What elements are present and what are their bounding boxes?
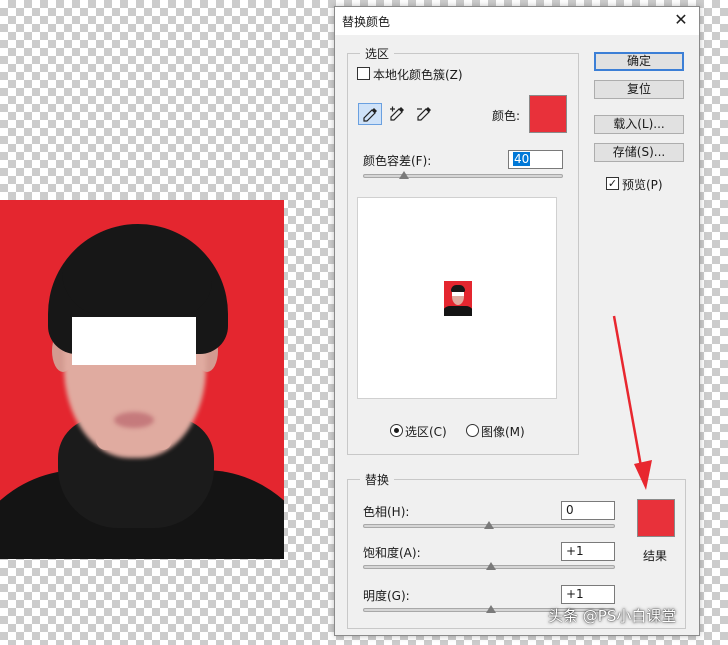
red-annotation-arrow (612, 315, 652, 490)
preview-label[interactable]: 预览(P) (622, 176, 663, 193)
eyedropper-plus-tool[interactable] (385, 103, 409, 125)
reset-button[interactable]: 复位 (594, 80, 684, 99)
eyedropper-tool[interactable] (358, 103, 382, 125)
selection-legend: 选区 (360, 45, 395, 62)
fuzziness-input[interactable]: 40 (508, 150, 563, 169)
result-label: 结果 (643, 549, 668, 563)
thumb-body (444, 306, 472, 316)
eyedropper-minus-tool[interactable] (412, 103, 436, 125)
hair-fringe (62, 272, 212, 316)
lightness-slider-thumb[interactable] (486, 605, 496, 613)
thumb-hair (451, 285, 465, 292)
hue-label: 色相(H): (363, 505, 410, 519)
fuzziness-slider-thumb[interactable] (399, 171, 409, 179)
close-icon[interactable]: ✕ (669, 9, 693, 33)
save-button[interactable]: 存储(S)... (594, 143, 684, 162)
view-selection-label[interactable]: 选区(C) (405, 423, 447, 440)
localized-clusters-label[interactable]: 本地化颜色簇(Z) (373, 66, 463, 83)
eyedropper-plus-icon (390, 106, 404, 121)
preview-checkbox[interactable]: ✓ (606, 177, 619, 190)
fuzziness-value: 40 (513, 152, 531, 166)
hue-slider-thumb[interactable] (484, 521, 494, 529)
view-image-label[interactable]: 图像(M) (481, 423, 525, 440)
saturation-input[interactable]: +1 (561, 542, 615, 561)
lightness-label: 明度(G): (363, 589, 410, 603)
eyedropper-icon (363, 108, 377, 122)
load-button[interactable]: 载入(L)... (594, 115, 684, 134)
saturation-slider-thumb[interactable] (486, 562, 496, 570)
portrait-photo (0, 200, 284, 559)
eye-privacy-block (72, 317, 196, 365)
hue-input[interactable]: 0 (561, 501, 615, 520)
color-label: 颜色: (492, 109, 521, 123)
thumb-eye-block (452, 292, 464, 296)
dialog-title: 替换颜色 (342, 15, 391, 29)
watermark-text: 头条 @PS小白课堂 (548, 607, 677, 625)
saturation-label: 饱和度(A): (363, 546, 421, 560)
selection-color-swatch[interactable] (529, 95, 567, 133)
view-selection-radio[interactable] (390, 424, 403, 437)
fuzziness-slider[interactable] (363, 174, 563, 178)
dialog-titlebar[interactable]: 替换颜色 ✕ (335, 7, 699, 35)
result-color-swatch[interactable] (637, 499, 675, 537)
ok-button[interactable]: 确定 (594, 52, 684, 71)
preview-thumbnail (444, 281, 472, 316)
fuzziness-label: 颜色容差(F): (363, 154, 432, 168)
mouth-shape (114, 412, 154, 428)
view-image-radio[interactable] (466, 424, 479, 437)
lightness-input[interactable]: +1 (561, 585, 615, 604)
eyedropper-minus-icon (417, 107, 431, 121)
replacement-legend: 替换 (360, 471, 395, 488)
selection-preview (357, 197, 557, 399)
localized-clusters-checkbox[interactable] (357, 67, 370, 80)
